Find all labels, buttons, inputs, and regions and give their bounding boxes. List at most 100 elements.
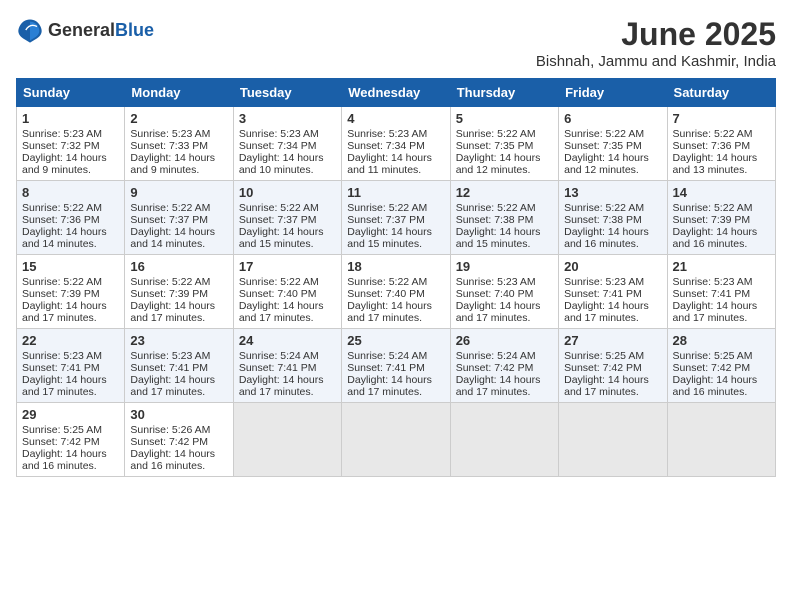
day-number: 11 [347,185,444,200]
sunrise-text: Sunrise: 5:22 AM [347,276,444,288]
table-cell [450,403,558,477]
calendar-body: 1Sunrise: 5:23 AMSunset: 7:32 PMDaylight… [17,107,776,477]
daylight-text: Daylight: 14 hours and 13 minutes. [673,152,770,176]
day-number: 28 [673,333,770,348]
sunset-text: Sunset: 7:42 PM [22,436,119,448]
table-cell: 26Sunrise: 5:24 AMSunset: 7:42 PMDayligh… [450,329,558,403]
day-number: 22 [22,333,119,348]
daylight-text: Daylight: 14 hours and 17 minutes. [347,300,444,324]
daylight-text: Daylight: 14 hours and 9 minutes. [22,152,119,176]
header-monday: Monday [125,79,233,107]
day-number: 27 [564,333,661,348]
table-cell: 6Sunrise: 5:22 AMSunset: 7:35 PMDaylight… [559,107,667,181]
sunrise-text: Sunrise: 5:22 AM [239,276,336,288]
day-number: 18 [347,259,444,274]
daylight-text: Daylight: 14 hours and 14 minutes. [22,226,119,250]
subtitle: Bishnah, Jammu and Kashmir, India [536,53,776,70]
calendar-row: 1Sunrise: 5:23 AMSunset: 7:32 PMDaylight… [17,107,776,181]
calendar-table: Sunday Monday Tuesday Wednesday Thursday… [16,78,776,477]
sunrise-text: Sunrise: 5:23 AM [130,350,227,362]
table-cell: 28Sunrise: 5:25 AMSunset: 7:42 PMDayligh… [667,329,775,403]
sunrise-text: Sunrise: 5:23 AM [130,128,227,140]
table-cell: 3Sunrise: 5:23 AMSunset: 7:34 PMDaylight… [233,107,341,181]
day-number: 7 [673,111,770,126]
daylight-text: Daylight: 14 hours and 17 minutes. [673,300,770,324]
daylight-text: Daylight: 14 hours and 16 minutes. [673,374,770,398]
daylight-text: Daylight: 14 hours and 17 minutes. [564,374,661,398]
table-cell: 16Sunrise: 5:22 AMSunset: 7:39 PMDayligh… [125,255,233,329]
day-number: 13 [564,185,661,200]
day-number: 21 [673,259,770,274]
sunrise-text: Sunrise: 5:25 AM [22,424,119,436]
daylight-text: Daylight: 14 hours and 12 minutes. [456,152,553,176]
daylight-text: Daylight: 14 hours and 17 minutes. [347,374,444,398]
table-cell: 19Sunrise: 5:23 AMSunset: 7:40 PMDayligh… [450,255,558,329]
daylight-text: Daylight: 14 hours and 17 minutes. [130,374,227,398]
sunrise-text: Sunrise: 5:22 AM [22,276,119,288]
calendar-row: 8Sunrise: 5:22 AMSunset: 7:36 PMDaylight… [17,181,776,255]
day-number: 24 [239,333,336,348]
sunset-text: Sunset: 7:42 PM [564,362,661,374]
day-number: 23 [130,333,227,348]
sunset-text: Sunset: 7:39 PM [130,288,227,300]
sunrise-text: Sunrise: 5:22 AM [456,128,553,140]
sunset-text: Sunset: 7:38 PM [456,214,553,226]
sunset-text: Sunset: 7:39 PM [673,214,770,226]
table-cell: 20Sunrise: 5:23 AMSunset: 7:41 PMDayligh… [559,255,667,329]
daylight-text: Daylight: 14 hours and 16 minutes. [130,448,227,472]
daylight-text: Daylight: 14 hours and 17 minutes. [239,300,336,324]
day-number: 2 [130,111,227,126]
sunset-text: Sunset: 7:42 PM [456,362,553,374]
header-thursday: Thursday [450,79,558,107]
sunset-text: Sunset: 7:34 PM [347,140,444,152]
table-cell [667,403,775,477]
table-cell: 4 Sunrise: 5:23 AMSunset: 7:34 PMDaylight… [342,107,450,181]
daylight-text: Daylight: 14 hours and 17 minutes. [130,300,227,324]
calendar-row: 22Sunrise: 5:23 AMSunset: 7:41 PMDayligh… [17,329,776,403]
logo-blue: Blue [115,20,154,40]
calendar-row: 29Sunrise: 5:25 AMSunset: 7:42 PMDayligh… [17,403,776,477]
table-cell: 12Sunrise: 5:22 AMSunset: 7:38 PMDayligh… [450,181,558,255]
title-area: June 2025 Bishnah, Jammu and Kashmir, In… [536,16,776,70]
sunrise-text: Sunrise: 5:23 AM [347,128,444,140]
day-number: 16 [130,259,227,274]
sunset-text: Sunset: 7:36 PM [22,214,119,226]
daylight-text: Daylight: 14 hours and 11 minutes. [347,152,444,176]
day-number: 15 [22,259,119,274]
day-number: 10 [239,185,336,200]
table-cell: 7Sunrise: 5:22 AMSunset: 7:36 PMDaylight… [667,107,775,181]
sunrise-text: Sunrise: 5:22 AM [347,202,444,214]
daylight-text: Daylight: 14 hours and 17 minutes. [22,300,119,324]
calendar-header: Sunday Monday Tuesday Wednesday Thursday… [17,79,776,107]
table-cell: 27Sunrise: 5:25 AMSunset: 7:42 PMDayligh… [559,329,667,403]
daylight-text: Daylight: 14 hours and 17 minutes. [456,300,553,324]
header-sunday: Sunday [17,79,125,107]
table-cell [559,403,667,477]
sunset-text: Sunset: 7:35 PM [456,140,553,152]
sunset-text: Sunset: 7:40 PM [456,288,553,300]
sunrise-text: Sunrise: 5:22 AM [673,128,770,140]
sunset-text: Sunset: 7:33 PM [130,140,227,152]
daylight-text: Daylight: 14 hours and 17 minutes. [22,374,119,398]
header-friday: Friday [559,79,667,107]
day-number: 6 [564,111,661,126]
table-cell [342,403,450,477]
table-cell: 8Sunrise: 5:22 AMSunset: 7:36 PMDaylight… [17,181,125,255]
day-number: 9 [130,185,227,200]
calendar-row: 15Sunrise: 5:22 AMSunset: 7:39 PMDayligh… [17,255,776,329]
logo: GeneralBlue [16,16,154,44]
table-cell: 24Sunrise: 5:24 AMSunset: 7:41 PMDayligh… [233,329,341,403]
table-cell: 21Sunrise: 5:23 AMSunset: 7:41 PMDayligh… [667,255,775,329]
sunset-text: Sunset: 7:35 PM [564,140,661,152]
sunset-text: Sunset: 7:37 PM [130,214,227,226]
sunset-text: Sunset: 7:32 PM [22,140,119,152]
table-cell: 13Sunrise: 5:22 AMSunset: 7:38 PMDayligh… [559,181,667,255]
day-number: 20 [564,259,661,274]
table-cell: 11Sunrise: 5:22 AMSunset: 7:37 PMDayligh… [342,181,450,255]
daylight-text: Daylight: 14 hours and 14 minutes. [130,226,227,250]
sunrise-text: Sunrise: 5:23 AM [456,276,553,288]
daylight-text: Daylight: 14 hours and 17 minutes. [564,300,661,324]
day-number: 4 [347,111,444,126]
day-number: 1 [22,111,119,126]
day-number: 5 [456,111,553,126]
